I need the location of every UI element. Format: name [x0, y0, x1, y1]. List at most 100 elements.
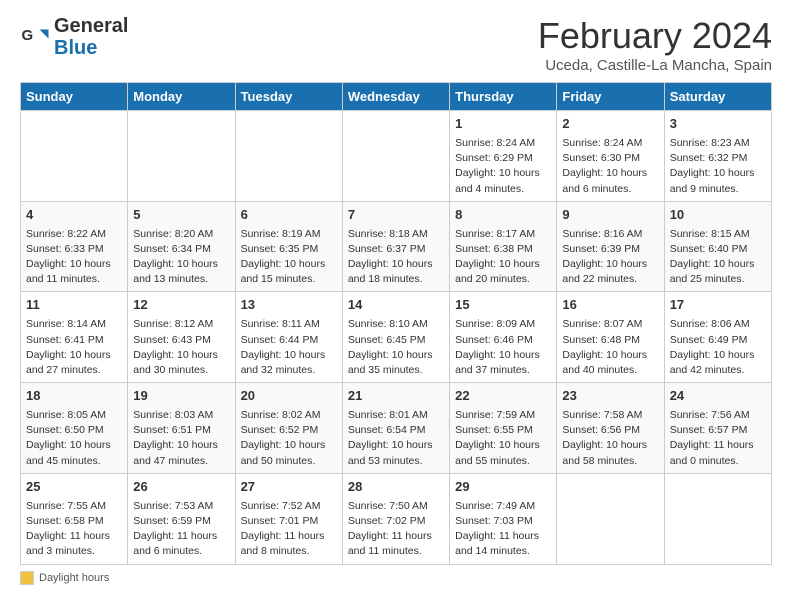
day-info: and 3 minutes.: [26, 544, 122, 559]
calendar-cell: 18Sunrise: 8:05 AMSunset: 6:50 PMDayligh…: [21, 383, 128, 474]
day-info: Daylight: 10 hours: [348, 438, 444, 453]
day-info: and 6 minutes.: [562, 182, 658, 197]
day-info: Sunset: 6:58 PM: [26, 514, 122, 529]
calendar-cell: [342, 111, 449, 202]
day-info: and 22 minutes.: [562, 272, 658, 287]
day-info: Daylight: 10 hours: [241, 438, 337, 453]
day-info: Sunrise: 8:22 AM: [26, 227, 122, 242]
calendar-cell: 16Sunrise: 8:07 AMSunset: 6:48 PMDayligh…: [557, 292, 664, 383]
day-number: 21: [348, 387, 444, 406]
col-header-friday: Friday: [557, 83, 664, 111]
day-info: Sunrise: 7:52 AM: [241, 499, 337, 514]
col-header-thursday: Thursday: [450, 83, 557, 111]
page-header: G General Blue February 2024 Uceda, Cast…: [20, 15, 772, 74]
col-header-sunday: Sunday: [21, 83, 128, 111]
day-info: Daylight: 10 hours: [562, 438, 658, 453]
day-number: 13: [241, 296, 337, 315]
day-info: Sunrise: 8:17 AM: [455, 227, 551, 242]
day-number: 17: [670, 296, 766, 315]
day-info: Sunset: 6:59 PM: [133, 514, 229, 529]
day-info: Sunset: 6:55 PM: [455, 423, 551, 438]
day-info: Daylight: 10 hours: [670, 257, 766, 272]
calendar-week-row: 4Sunrise: 8:22 AMSunset: 6:33 PMDaylight…: [21, 201, 772, 292]
calendar-cell: 25Sunrise: 7:55 AMSunset: 6:58 PMDayligh…: [21, 473, 128, 564]
day-info: Sunrise: 8:19 AM: [241, 227, 337, 242]
calendar-week-row: 1Sunrise: 8:24 AMSunset: 6:29 PMDaylight…: [21, 111, 772, 202]
day-info: and 35 minutes.: [348, 363, 444, 378]
calendar-cell: 7Sunrise: 8:18 AMSunset: 6:37 PMDaylight…: [342, 201, 449, 292]
day-info: Sunset: 6:32 PM: [670, 151, 766, 166]
day-number: 14: [348, 296, 444, 315]
day-info: and 25 minutes.: [670, 272, 766, 287]
calendar-cell: 26Sunrise: 7:53 AMSunset: 6:59 PMDayligh…: [128, 473, 235, 564]
day-info: and 42 minutes.: [670, 363, 766, 378]
day-info: Daylight: 11 hours: [348, 529, 444, 544]
day-number: 23: [562, 387, 658, 406]
calendar-cell: 17Sunrise: 8:06 AMSunset: 6:49 PMDayligh…: [664, 292, 771, 383]
calendar-cell: [664, 473, 771, 564]
day-info: and 30 minutes.: [133, 363, 229, 378]
day-info: Sunrise: 8:01 AM: [348, 408, 444, 423]
day-info: Daylight: 11 hours: [26, 529, 122, 544]
day-info: Sunrise: 8:07 AM: [562, 317, 658, 332]
day-info: Sunrise: 8:03 AM: [133, 408, 229, 423]
day-number: 9: [562, 206, 658, 225]
day-info: Sunset: 6:41 PM: [26, 333, 122, 348]
calendar-cell: 9Sunrise: 8:16 AMSunset: 6:39 PMDaylight…: [557, 201, 664, 292]
day-info: Daylight: 10 hours: [455, 348, 551, 363]
day-info: Sunset: 6:52 PM: [241, 423, 337, 438]
day-info: and 4 minutes.: [455, 182, 551, 197]
day-info: Sunset: 6:30 PM: [562, 151, 658, 166]
month-title: February 2024: [538, 15, 772, 57]
calendar-cell: 12Sunrise: 8:12 AMSunset: 6:43 PMDayligh…: [128, 292, 235, 383]
day-info: and 11 minutes.: [26, 272, 122, 287]
day-info: Sunrise: 7:55 AM: [26, 499, 122, 514]
title-block: February 2024 Uceda, Castille-La Mancha,…: [538, 15, 772, 74]
day-info: Daylight: 10 hours: [562, 257, 658, 272]
calendar-week-row: 25Sunrise: 7:55 AMSunset: 6:58 PMDayligh…: [21, 473, 772, 564]
day-info: Sunrise: 7:58 AM: [562, 408, 658, 423]
calendar-cell: 2Sunrise: 8:24 AMSunset: 6:30 PMDaylight…: [557, 111, 664, 202]
location: Uceda, Castille-La Mancha, Spain: [538, 57, 772, 74]
day-info: Sunset: 6:43 PM: [133, 333, 229, 348]
calendar-cell: 20Sunrise: 8:02 AMSunset: 6:52 PMDayligh…: [235, 383, 342, 474]
day-info: Daylight: 10 hours: [133, 257, 229, 272]
day-info: and 53 minutes.: [348, 454, 444, 469]
day-number: 15: [455, 296, 551, 315]
day-info: and 0 minutes.: [670, 454, 766, 469]
day-info: Daylight: 10 hours: [348, 257, 444, 272]
day-info: and 45 minutes.: [26, 454, 122, 469]
logo-blue: Blue: [54, 37, 128, 59]
calendar-cell: 14Sunrise: 8:10 AMSunset: 6:45 PMDayligh…: [342, 292, 449, 383]
day-info: Daylight: 10 hours: [133, 438, 229, 453]
day-number: 1: [455, 115, 551, 134]
day-number: 5: [133, 206, 229, 225]
day-info: and 13 minutes.: [133, 272, 229, 287]
legend-box: [20, 571, 34, 585]
day-info: Daylight: 11 hours: [455, 529, 551, 544]
day-info: Sunrise: 8:09 AM: [455, 317, 551, 332]
day-info: Daylight: 10 hours: [133, 348, 229, 363]
day-number: 19: [133, 387, 229, 406]
calendar-cell: [128, 111, 235, 202]
day-info: Daylight: 10 hours: [562, 348, 658, 363]
day-info: and 6 minutes.: [133, 544, 229, 559]
col-header-wednesday: Wednesday: [342, 83, 449, 111]
day-info: and 37 minutes.: [455, 363, 551, 378]
day-info: Daylight: 11 hours: [133, 529, 229, 544]
day-info: Sunrise: 8:15 AM: [670, 227, 766, 242]
day-info: Daylight: 11 hours: [241, 529, 337, 544]
day-number: 24: [670, 387, 766, 406]
day-info: Sunrise: 7:50 AM: [348, 499, 444, 514]
calendar-cell: [21, 111, 128, 202]
day-info: Sunset: 6:49 PM: [670, 333, 766, 348]
day-info: and 32 minutes.: [241, 363, 337, 378]
calendar-cell: 19Sunrise: 8:03 AMSunset: 6:51 PMDayligh…: [128, 383, 235, 474]
day-info: Sunset: 6:33 PM: [26, 242, 122, 257]
day-info: and 8 minutes.: [241, 544, 337, 559]
day-info: and 40 minutes.: [562, 363, 658, 378]
svg-text:G: G: [22, 27, 34, 44]
col-header-monday: Monday: [128, 83, 235, 111]
calendar-week-row: 18Sunrise: 8:05 AMSunset: 6:50 PMDayligh…: [21, 383, 772, 474]
col-header-tuesday: Tuesday: [235, 83, 342, 111]
